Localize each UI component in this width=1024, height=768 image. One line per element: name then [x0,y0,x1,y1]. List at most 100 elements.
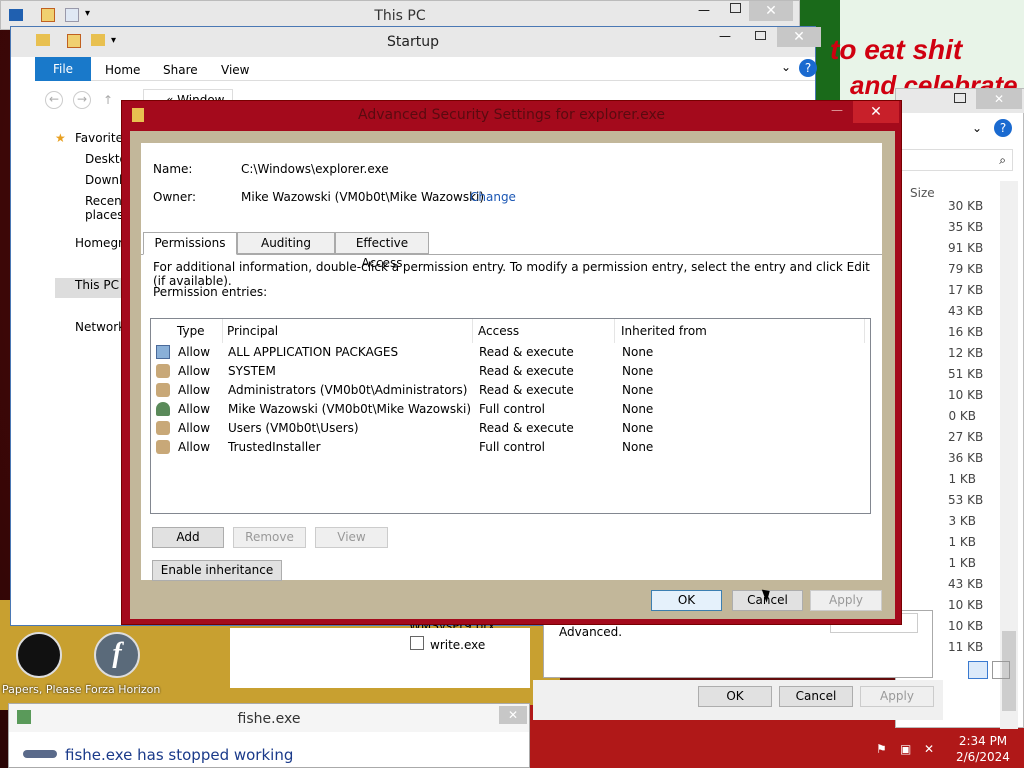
papers-please-shortcut-icon[interactable] [16,632,62,678]
help-icon[interactable]: ? [799,59,817,77]
details-view-icon[interactable] [968,661,988,679]
vertical-scrollbar[interactable] [1000,181,1018,729]
file-size-cell: 11 KB [948,640,984,654]
close-icon[interactable]: ✕ [853,101,899,123]
close-icon[interactable]: ✕ [777,27,821,47]
name-value: C:\Windows\explorer.exe [241,162,389,176]
maximize-icon[interactable] [755,31,766,40]
volume-muted-icon[interactable]: ✕ [924,742,934,756]
remove-button[interactable]: Remove [233,527,306,548]
column-header-principal[interactable]: Principal [221,319,473,343]
user-icon [156,402,170,416]
row-principal: ALL APPLICATION PACKAGES [228,345,399,359]
table-row[interactable]: Allow SYSTEM Read & execute None [151,362,870,381]
error-dialog[interactable]: fishe.exe ✕ fishe.exe has stopped workin… [8,703,530,768]
row-inherited: None [622,402,654,416]
navigation-pane: ★ Favorites Desktop Downloads Recent pla… [11,117,151,627]
row-access: Read & execute [479,383,574,397]
file-size-cell: 10 KB [948,598,984,612]
users-group-icon [156,421,170,435]
column-header-inherited[interactable]: Inherited from [615,319,865,343]
table-row[interactable]: Allow Administrators (VM0b0t\Administrat… [151,381,870,400]
file-size-cell: 51 KB [948,367,984,381]
nav-item-this-pc[interactable]: This PC [75,278,119,292]
permission-entries-list[interactable]: Type Principal Access Inherited from All… [150,318,871,514]
ribbon-tab-home[interactable]: Home [105,63,140,77]
ribbon-collapse-icon[interactable]: ⌄ [972,121,982,135]
ribbon-collapse-icon[interactable]: ⌄ [781,60,791,74]
permissions-panel: Name: C:\Windows\explorer.exe Owner: Mik… [141,143,882,581]
ribbon-tab-share[interactable]: Share [163,63,198,77]
nav-item-network[interactable]: Network [75,320,125,334]
table-row[interactable]: Allow ALL APPLICATION PACKAGES Read & ex… [151,343,870,362]
help-icon[interactable]: ? [994,119,1012,137]
minimize-icon[interactable]: — [831,103,843,117]
close-icon[interactable]: ✕ [976,89,1022,109]
up-button-icon[interactable]: ↑ [103,93,113,107]
file-size-cell: 10 KB [948,388,984,402]
owner-value: Mike Wazowski (VM0b0t\Mike Wazowski) [241,190,485,204]
column-header-type[interactable]: Type [171,319,223,343]
file-size-cell: 1 KB [948,556,976,570]
ribbon-tab-file[interactable]: File [35,57,91,81]
change-owner-link[interactable]: Change [470,190,516,204]
row-access: Read & execute [479,364,574,378]
search-box[interactable]: ⌕ [896,149,1013,171]
close-icon[interactable]: ✕ [499,706,527,724]
row-access: Read & execute [479,421,574,435]
users-group-icon [156,364,170,378]
app-packages-icon [156,345,170,359]
advanced-text: Advanced. [559,625,623,639]
size-column-header[interactable]: Size [910,186,935,200]
large-icons-view-icon[interactable] [992,661,1010,679]
nav-favorites-star-icon: ★ [55,131,66,145]
row-access: Full control [479,402,545,416]
row-inherited: None [622,345,654,359]
maximize-icon[interactable] [730,3,741,13]
maximize-icon[interactable] [954,93,966,103]
table-row[interactable]: Allow Mike Wazowski (VM0b0t\Mike Wazowsk… [151,400,870,419]
shortcut-labels[interactable]: Papers, Please Forza Horizon [2,683,160,696]
row-principal: TrustedInstaller [228,440,321,454]
tab-permissions[interactable]: Permissions [143,232,237,255]
column-header-access[interactable]: Access [472,319,615,343]
properties-cancel-button[interactable]: Cancel [779,686,853,707]
enable-inheritance-button[interactable]: Enable inheritance [152,560,282,581]
flash-shortcut-icon[interactable]: f [94,632,140,678]
clock-time[interactable]: 2:34 PM [958,734,1008,748]
row-principal: Administrators (VM0b0t\Administrators) [228,383,468,397]
minimize-icon[interactable]: — [698,3,710,17]
owner-label: Owner: [153,190,197,204]
forward-button-icon[interactable]: → [73,91,91,109]
ribbon: File Home Share View ⌄ ? [35,57,817,81]
properties-ok-button[interactable]: OK [698,686,772,707]
table-row[interactable]: Allow TrustedInstaller Full control None [151,438,870,457]
file-write-exe[interactable]: write.exe [430,638,485,652]
tab-effective-access[interactable]: Effective Access [335,232,429,270]
ok-button[interactable]: OK [651,590,722,611]
ribbon-tab-view[interactable]: View [221,63,249,77]
back-button-icon[interactable]: ← [45,91,63,109]
file-size-cell: 1 KB [948,535,976,549]
network-icon[interactable]: ▣ [900,742,911,756]
minimize-icon[interactable]: — [719,29,731,43]
fish-icon [23,750,57,758]
view-button[interactable]: View [315,527,388,548]
row-type: Allow [178,440,211,454]
table-row[interactable]: Allow Users (VM0b0t\Users) Read & execut… [151,419,870,438]
security-dialog-body: Name: C:\Windows\explorer.exe Owner: Mik… [130,131,895,619]
close-icon[interactable]: ✕ [749,1,793,21]
row-inherited: None [622,440,654,454]
advanced-security-dialog[interactable]: Advanced Security Settings for explorer.… [121,100,902,625]
action-center-flag-icon[interactable]: ⚑ [876,742,887,756]
tab-auditing[interactable]: Auditing [237,232,335,254]
row-type: Allow [178,364,211,378]
shortcut-label-forza[interactable]: Forza Horizon [85,683,160,696]
row-type: Allow [178,421,211,435]
file-size-cell: 35 KB [948,220,984,234]
shortcut-label-papers-please[interactable]: Papers, Please [2,683,82,696]
properties-apply-button[interactable]: Apply [860,686,934,707]
apply-button[interactable]: Apply [810,590,882,611]
clock-date[interactable]: 2/6/2024 [956,750,1010,764]
add-button[interactable]: Add [152,527,224,548]
